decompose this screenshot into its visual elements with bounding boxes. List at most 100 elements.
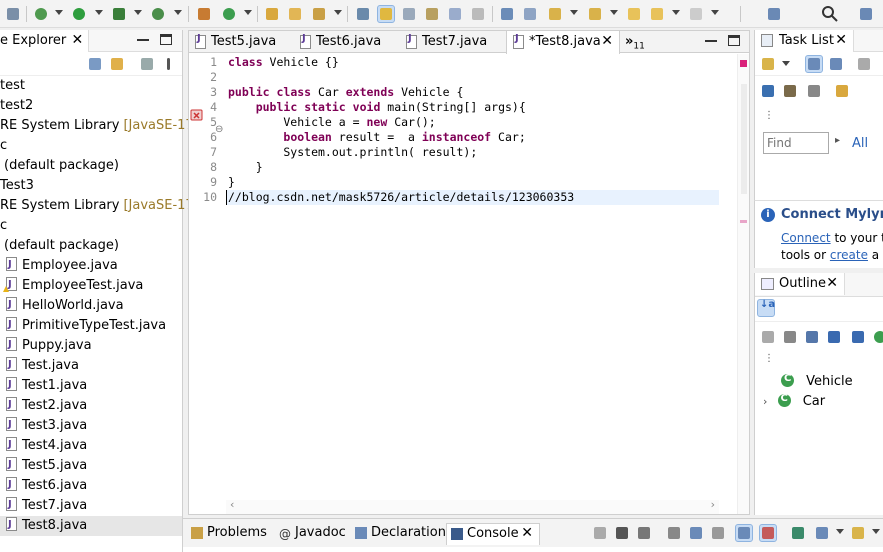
code-line[interactable]: Vehicle a = new Car(); [228,115,435,130]
code-line[interactable]: public static void main(String[] args){ [228,100,526,115]
next-annotation-icon[interactable] [546,5,564,23]
debug-dropdown[interactable] [55,10,63,15]
pin-console-icon[interactable] [789,524,807,542]
new-java-class-icon[interactable] [220,5,238,23]
tree-item[interactable]: (default package) [0,236,182,256]
task-find-input[interactable] [763,132,829,154]
external-tools-dropdown[interactable] [174,10,182,15]
code-line[interactable]: System.out.println( result); [228,145,477,160]
search-dropdown[interactable] [334,10,342,15]
remove-all-icon[interactable] [635,524,653,542]
view-menu-icon[interactable] [160,55,178,73]
tree-item[interactable]: (default package) [0,156,182,176]
tree-item[interactable]: Employee.java [0,255,182,276]
link-icon[interactable] [521,5,539,23]
tree-item[interactable]: EmployeeTest.java [0,275,182,296]
code-line[interactable]: //blog.csdn.net/mask5726/article/details… [228,190,574,205]
sync-icon[interactable] [781,82,799,100]
back-icon[interactable] [648,5,666,23]
run-icon[interactable] [70,5,88,23]
tree-item[interactable]: Test.java [0,355,182,376]
error-indicator-icon[interactable] [740,60,747,67]
overview-ruler[interactable] [737,54,749,514]
tree-item[interactable]: c [0,136,182,156]
tree-item[interactable]: c [0,216,182,236]
outline-item-vehicle[interactable]: Vehicle [781,373,853,389]
open-console-dropdown[interactable] [872,529,880,534]
scroll-right-icon[interactable]: › [711,498,715,511]
tab-console[interactable]: Console ✕ [446,523,540,545]
new-dropdown[interactable] [244,10,252,15]
paragraph-icon[interactable] [469,5,487,23]
code-line[interactable]: } [228,160,263,175]
hide-static-icon[interactable] [825,328,843,346]
tree-item[interactable]: Puppy.java [0,335,182,356]
code-line[interactable]: public class Car extends Vehicle { [228,85,463,100]
pin-editor-icon[interactable] [765,5,783,23]
tree-item[interactable]: Test4.java [0,435,182,456]
forward-dropdown[interactable] [711,10,719,15]
close-icon[interactable]: ✕ [601,33,613,49]
last-edit-location-icon[interactable] [625,5,643,23]
editor-tab-test8[interactable]: *Test8.java ✕ [506,31,620,54]
tab-overflow-button[interactable]: »11 [625,31,655,53]
terminal-icon[interactable] [498,5,516,23]
coverage-icon[interactable] [110,5,128,23]
filter-icon[interactable] [138,55,156,73]
maximize-icon[interactable] [160,34,172,45]
minimize-icon[interactable] [705,35,717,42]
debug-icon[interactable] [32,5,50,23]
editor-tab-test5[interactable]: Test5.java [189,31,294,53]
new-task-dropdown[interactable] [782,61,790,66]
outline-item-car[interactable]: › Car [763,393,825,409]
external-tools-icon[interactable] [149,5,167,23]
collapse-icon[interactable] [805,82,823,100]
scroll-lock-icon[interactable] [687,524,705,542]
clear-console-icon[interactable] [665,524,683,542]
coverage-dropdown[interactable] [134,10,142,15]
sort-icon[interactable]: ↓a [757,299,775,317]
task-repo-icon[interactable] [833,82,851,100]
back-dropdown[interactable] [672,10,680,15]
tree-item[interactable]: Test7.java [0,495,182,516]
close-icon[interactable]: ✕ [72,32,84,48]
collapse-all-icon[interactable] [86,55,104,73]
display-console-dropdown[interactable] [836,529,844,534]
search-tool-icon[interactable] [310,5,328,23]
create-link[interactable]: create [830,248,868,262]
close-icon[interactable]: ✕ [826,275,838,291]
maximize-icon[interactable] [728,35,740,46]
block-selection-icon[interactable] [400,5,418,23]
open-type-icon[interactable] [263,5,281,23]
all-link[interactable]: All [852,136,868,151]
chevron-right-icon[interactable]: › [763,395,767,408]
toggle-highlight-icon[interactable] [377,5,395,23]
word-wrap-icon[interactable] [709,524,727,542]
tree-item[interactable]: test2 [0,96,182,116]
forward-icon[interactable] [687,5,705,23]
view-menu-icon[interactable]: ⋮ [764,110,774,121]
tab-problems[interactable]: Problems [187,523,269,545]
word-wrap-icon[interactable] [423,5,441,23]
tree-item[interactable]: Test3 [0,176,182,196]
tree-item[interactable]: Test2.java [0,395,182,416]
remove-launch-icon[interactable] [613,524,631,542]
perspective-icon[interactable] [857,5,875,23]
hide-nonpublic-icon[interactable] [849,328,867,346]
tree-item[interactable]: Test6.java [0,475,182,496]
scheduled-icon[interactable] [827,55,845,73]
tab-declaration[interactable]: Declaration [351,523,446,545]
error-marker-icon[interactable] [190,108,204,122]
code-line[interactable]: class Vehicle {} [228,55,339,70]
connect-link[interactable]: Connect [781,231,831,245]
link-with-editor-icon[interactable] [108,55,126,73]
tree-item[interactable]: Test3.java [0,415,182,436]
tab-javadoc[interactable]: @ Javadoc [275,523,347,545]
categorized-icon[interactable] [805,55,823,73]
code-line[interactable]: } [228,175,235,190]
code-line[interactable]: boolean result = a instanceof Car; [228,130,525,145]
filter-icon[interactable] [855,55,873,73]
task-list-tab[interactable]: Task List ✕ [755,30,854,52]
annotation-marker[interactable] [740,220,747,223]
view-menu-icon[interactable]: ⋮ [764,353,774,364]
